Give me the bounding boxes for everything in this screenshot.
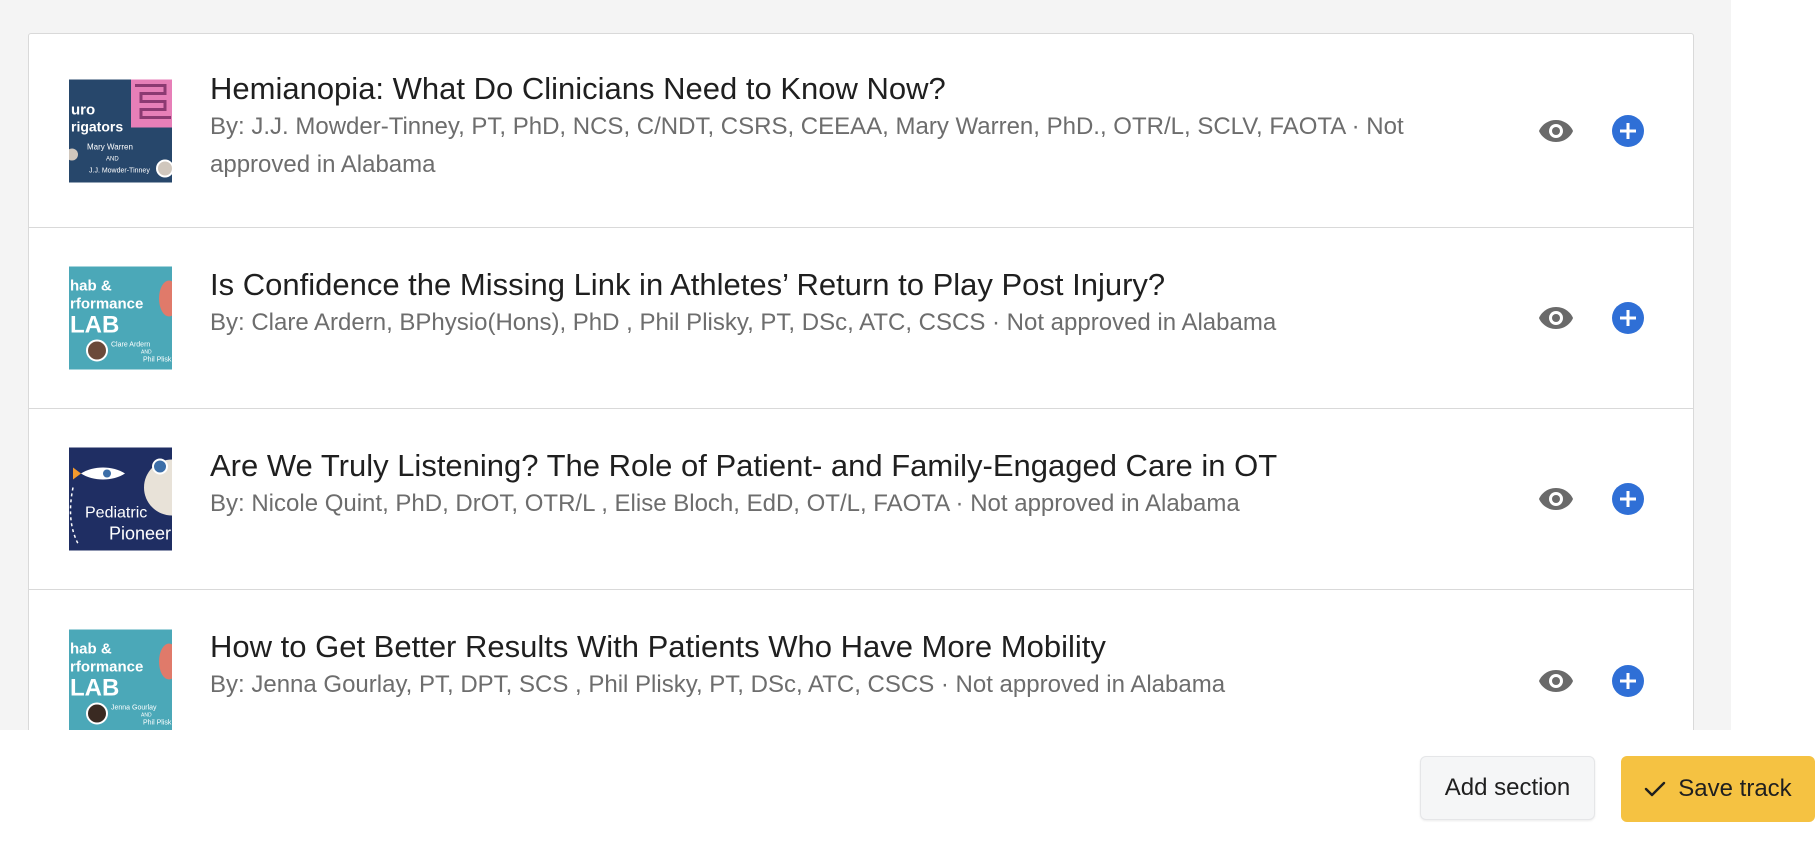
thumbnail-text: rformance	[70, 658, 143, 675]
page: uro rigators Mary Warren AND J.J. Mowder…	[0, 0, 1818, 852]
course-thumbnail: uro rigators Mary Warren AND J.J. Mowder…	[69, 79, 172, 182]
row-actions	[1538, 481, 1646, 517]
course-text: Are We Truly Listening? The Role of Pati…	[210, 447, 1473, 523]
add-course-button[interactable]	[1610, 663, 1646, 699]
thumbnail-text: hab &	[70, 640, 112, 657]
eye-icon	[1539, 488, 1573, 510]
list-item: uro rigators Mary Warren AND J.J. Mowder…	[29, 34, 1693, 228]
row-actions	[1538, 300, 1646, 336]
preview-button[interactable]	[1538, 663, 1574, 699]
course-text: Hemianopia: What Do Clinicians Need to K…	[210, 70, 1473, 184]
course-meta: By: J.J. Mowder-Tinney, PT, PhD, NCS, C/…	[210, 113, 1404, 178]
eye-icon	[1539, 119, 1573, 142]
course-thumbnail: Pediatric Pioneer	[69, 447, 172, 551]
thumbnail-text: LAB	[70, 674, 119, 701]
course-meta: By: Nicole Quint, PhD, DrOT, OTR/L , Eli…	[210, 490, 1240, 517]
thumbnail-text: rigators	[71, 118, 123, 134]
row-actions	[1538, 113, 1646, 149]
footer-bar: Add section Save track	[0, 730, 1818, 852]
thumbnail-text: rformance	[70, 296, 143, 313]
thumbnail-text: Phil Plisk	[143, 357, 172, 364]
plus-circle-icon	[1612, 114, 1644, 147]
preview-button[interactable]	[1538, 300, 1574, 336]
course-list-area: uro rigators Mary Warren AND J.J. Mowder…	[0, 0, 1731, 730]
row-actions	[1538, 663, 1646, 699]
thumbnail-text: AND	[106, 156, 119, 162]
thumbnail-text: hab &	[70, 278, 112, 295]
list-item: Pediatric Pioneer Are We Truly Listening…	[29, 409, 1693, 590]
preview-button[interactable]	[1538, 113, 1574, 149]
plus-circle-icon	[1612, 483, 1644, 515]
add-course-button[interactable]	[1610, 300, 1646, 336]
plus-circle-icon	[1612, 664, 1644, 697]
course-title[interactable]: How to Get Better Results With Patients …	[210, 628, 1473, 666]
thumbnail-text: uro	[71, 101, 95, 118]
thumbnail-text: Mary Warren	[87, 142, 133, 151]
thumbnail-text: AND	[141, 712, 152, 718]
course-title[interactable]: Hemianopia: What Do Clinicians Need to K…	[210, 70, 1473, 108]
plus-circle-icon	[1612, 302, 1644, 334]
thumbnail-text: J.J. Mowder-Tinney	[89, 167, 150, 174]
thumbnail-text: LAB	[70, 312, 119, 339]
eye-icon	[1539, 669, 1573, 692]
course-meta: By: Clare Ardern, BPhysio(Hons), PhD , P…	[210, 309, 1277, 336]
add-course-button[interactable]	[1610, 481, 1646, 517]
save-track-button[interactable]: Save track	[1621, 756, 1815, 822]
list-item: hab & rformance LAB Clare Ardern AND Phi…	[29, 228, 1693, 409]
thumbnail-text: Jenna Gourlay	[111, 704, 157, 711]
course-title[interactable]: Is Confidence the Missing Link in Athlet…	[210, 266, 1473, 304]
thumbnail-text: Clare Ardern	[111, 342, 150, 349]
save-track-label: Save track	[1678, 775, 1792, 802]
add-course-button[interactable]	[1610, 113, 1646, 149]
course-thumbnail: hab & rformance LAB Jenna Gourlay AND Ph…	[69, 629, 172, 730]
course-list: uro rigators Mary Warren AND J.J. Mowder…	[28, 33, 1694, 730]
check-icon	[1645, 781, 1666, 797]
preview-button[interactable]	[1538, 481, 1574, 517]
thumbnail-text: Pioneer	[109, 524, 171, 544]
thumbnail-text: Pediatric	[85, 505, 147, 522]
thumbnail-text: Phil Plisk	[143, 719, 172, 726]
course-text: How to Get Better Results With Patients …	[210, 628, 1473, 704]
add-section-button[interactable]: Add section	[1420, 756, 1595, 820]
course-title[interactable]: Are We Truly Listening? The Role of Pati…	[210, 447, 1473, 485]
course-text: Is Confidence the Missing Link in Athlet…	[210, 266, 1473, 342]
add-section-label: Add section	[1444, 774, 1571, 801]
thumbnail-text: AND	[141, 350, 152, 356]
course-meta: By: Jenna Gourlay, PT, DPT, SCS , Phil P…	[210, 671, 1226, 698]
list-item: hab & rformance LAB Jenna Gourlay AND Ph…	[29, 590, 1693, 730]
eye-icon	[1539, 307, 1573, 329]
course-thumbnail: hab & rformance LAB Clare Ardern AND Phi…	[69, 266, 172, 370]
